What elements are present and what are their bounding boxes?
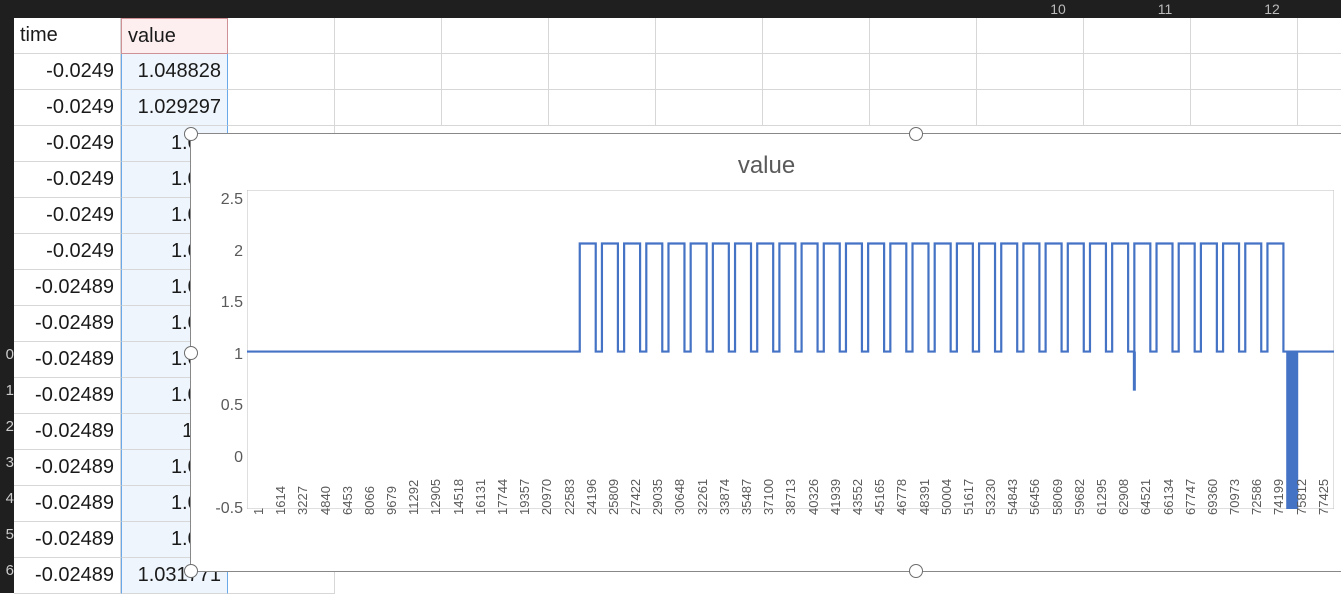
cell-K3[interactable] [1084, 90, 1191, 126]
cell-H2[interactable] [763, 54, 870, 90]
cell-A16[interactable]: -0.02489 [14, 558, 121, 594]
chart-handle-n-icon[interactable] [909, 127, 923, 141]
cell-M3[interactable] [1298, 90, 1341, 126]
cell-B3[interactable]: 1.029297 [121, 90, 228, 126]
cell-A3[interactable]: -0.0249 [14, 90, 121, 126]
chart-svg [247, 190, 1334, 509]
cell-H3[interactable] [763, 90, 870, 126]
cell-I3[interactable] [870, 90, 977, 126]
cell-L1[interactable] [1191, 18, 1298, 54]
y-tick-label: 0 [203, 449, 243, 467]
cell-F2[interactable] [549, 54, 656, 90]
cell-L2[interactable] [1191, 54, 1298, 90]
cell-A15[interactable]: -0.02489 [14, 522, 121, 558]
cell-I1[interactable] [870, 18, 977, 54]
y-tick-label: 2 [203, 243, 243, 261]
cell-G3[interactable] [656, 90, 763, 126]
chart-object[interactable]: value -0.500.511.522.5116143227484064538… [190, 133, 1341, 572]
cell-A2[interactable]: -0.0249 [14, 54, 121, 90]
cell-K2[interactable] [1084, 54, 1191, 90]
cell-D1[interactable] [335, 18, 442, 54]
chart-plot-area[interactable] [247, 190, 1334, 509]
cell-B2[interactable]: 1.048828 [121, 54, 228, 90]
cell-C2[interactable] [228, 54, 335, 90]
cell-B1-active[interactable]: value [121, 18, 228, 54]
cell-A10[interactable]: -0.02489 [14, 342, 121, 378]
cell-M2[interactable] [1298, 54, 1341, 90]
cell-D2[interactable] [335, 54, 442, 90]
cell-J1[interactable] [977, 18, 1084, 54]
cell-C3[interactable] [228, 90, 335, 126]
row-head-15[interactable]: 5 [0, 527, 14, 542]
cell-A12[interactable]: -0.02489 [14, 414, 121, 450]
cell-J3[interactable] [977, 90, 1084, 126]
cell-A4[interactable]: -0.0249 [14, 126, 121, 162]
chart-title[interactable]: value [191, 152, 1341, 180]
cell-E1[interactable] [442, 18, 549, 54]
cell-A7[interactable]: -0.0249 [14, 234, 121, 270]
cell-C1[interactable] [228, 18, 335, 54]
chart-handle-nw-icon[interactable] [184, 127, 198, 141]
cell-E3[interactable] [442, 90, 549, 126]
col-head-10[interactable]: 10 [1038, 0, 1078, 18]
column-headers-bar: 10 11 12 [0, 0, 1341, 18]
cell-F1[interactable] [549, 18, 656, 54]
chart-handle-w-icon[interactable] [184, 346, 198, 360]
cell-A13[interactable]: -0.02489 [14, 450, 121, 486]
y-tick-label: -0.5 [203, 500, 243, 518]
cell-G2[interactable] [656, 54, 763, 90]
col-head-11[interactable]: 11 [1145, 0, 1185, 18]
row-head-10[interactable]: 0 [0, 347, 14, 362]
y-tick-label: 2.5 [203, 191, 243, 209]
cell-G1[interactable] [656, 18, 763, 54]
chart-handle-sw-icon[interactable] [184, 564, 198, 578]
cell-M1[interactable] [1298, 18, 1341, 54]
cell-A9[interactable]: -0.02489 [14, 306, 121, 342]
y-tick-label: 1.5 [203, 294, 243, 312]
cell-A11[interactable]: -0.02489 [14, 378, 121, 414]
cell-E2[interactable] [442, 54, 549, 90]
cell-A14[interactable]: -0.02489 [14, 486, 121, 522]
row-head-14[interactable]: 4 [0, 491, 14, 506]
col-head-12[interactable]: 12 [1252, 0, 1292, 18]
cell-A6[interactable]: -0.0249 [14, 198, 121, 234]
cell-F3[interactable] [549, 90, 656, 126]
y-tick-label: 1 [203, 346, 243, 364]
row-head-16[interactable]: 6 [0, 563, 14, 578]
cell-A1[interactable]: time [14, 18, 121, 54]
cell-L3[interactable] [1191, 90, 1298, 126]
cell-A8[interactable]: -0.02489 [14, 270, 121, 306]
cell-H1[interactable] [763, 18, 870, 54]
cell-I2[interactable] [870, 54, 977, 90]
cell-A5[interactable]: -0.0249 [14, 162, 121, 198]
cell-K1[interactable] [1084, 18, 1191, 54]
row-head-13[interactable]: 3 [0, 455, 14, 470]
row-headers-bar: 0 1 2 3 4 5 6 [0, 0, 14, 593]
row-head-11[interactable]: 1 [0, 383, 14, 398]
cell-D3[interactable] [335, 90, 442, 126]
y-tick-label: 0.5 [203, 397, 243, 415]
row-head-12[interactable]: 2 [0, 419, 14, 434]
cell-J2[interactable] [977, 54, 1084, 90]
